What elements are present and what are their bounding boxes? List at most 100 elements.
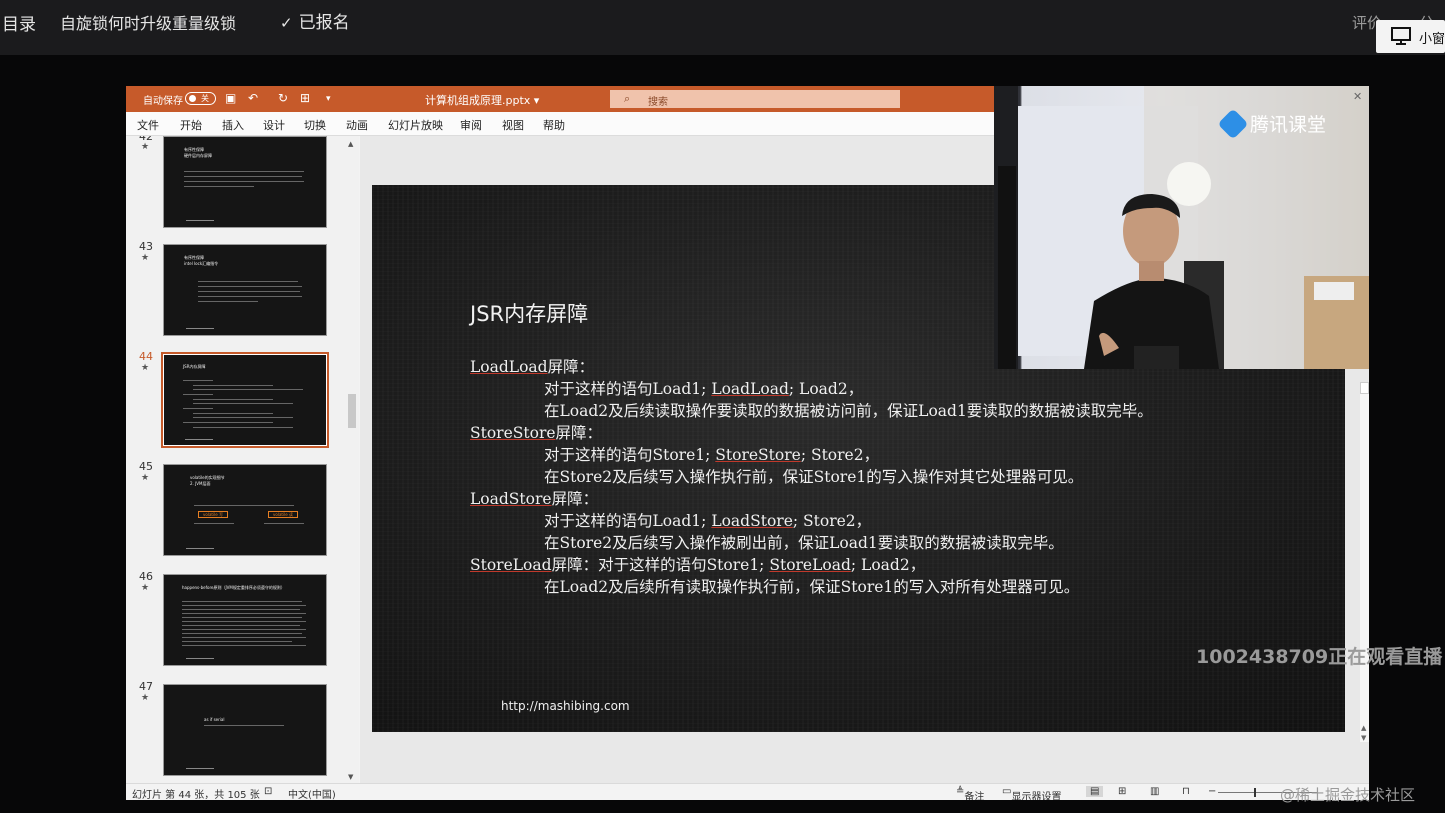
slide-line: 对于这样的语句Store1; StoreStore; Store2，: [544, 443, 879, 465]
star-icon: ★: [141, 363, 150, 373]
slide-text: 对于这样的语句Store1;: [544, 446, 716, 464]
enrolled-label: 已报名: [298, 13, 350, 33]
slide-text: 屏障：: [555, 424, 603, 442]
scroll-up-icon[interactable]: ▲: [1361, 724, 1366, 732]
tab-slideshow[interactable]: 幻灯片放映: [388, 117, 443, 133]
tab-file[interactable]: 文件: [137, 117, 159, 133]
course-title: 自旋锁何时升级重量级锁: [60, 14, 237, 33]
underlined-term: LoadLoad: [470, 358, 548, 376]
slide-line: 在Store2及后续写入操作执行前，保证Store1的写入操作对其它处理器可见。: [544, 465, 1083, 487]
scroll-up-icon[interactable]: ▲: [348, 140, 353, 148]
reading-view-icon[interactable]: ▥: [1150, 786, 1159, 797]
star-icon: ★: [141, 583, 150, 593]
thumbnail-label: volatile 读: [268, 511, 298, 518]
notes-label: 备注: [964, 792, 985, 800]
zoom-slider-knob[interactable]: [1254, 788, 1256, 797]
slide-line: 在Load2及后续所有读取操作执行前，保证Store1的写入对所有处理器可见。: [544, 575, 1079, 597]
slide-scrollbar[interactable]: ▲ ▼: [1360, 382, 1369, 742]
underlined-term: StoreStore: [470, 424, 556, 442]
normal-view-icon[interactable]: ▤: [1086, 786, 1104, 797]
monitor-icon: [1391, 27, 1411, 45]
slide-thumbnail[interactable]: volatile的实现细节 2. JVM层面 volatile 写 volati…: [163, 464, 327, 556]
slide-text: 在Load2及后续读取操作要读取的数据被访问前，保证Load1要读取的数据被读取…: [544, 402, 1153, 420]
check-icon: ✓: [280, 14, 293, 32]
slide-text: 在Load2及后续所有读取操作执行前，保证Store1的写入对所有处理器可见。: [544, 578, 1080, 596]
scroll-down-icon[interactable]: ▼: [348, 773, 353, 781]
slide-title: JSR内存屏障: [470, 302, 589, 326]
tab-insert[interactable]: 插入: [222, 117, 244, 133]
scrollbar-thumb[interactable]: [348, 394, 356, 428]
slide-line: StoreLoad屏障：对于这样的语句Store1; StoreLoad; Lo…: [470, 553, 925, 575]
customize-icon[interactable]: ▾: [326, 94, 331, 104]
slide-text: 对于这样的语句Load1;: [544, 512, 712, 530]
thumbnail-label: volatile 写: [198, 511, 228, 518]
slide-text: 在Store2及后续写入操作执行前，保证Store1的写入操作对其它处理器可见。: [544, 468, 1084, 486]
slideshow-icon[interactable]: ⊓: [1182, 786, 1190, 797]
tab-review[interactable]: 审阅: [460, 117, 482, 133]
display-settings-button[interactable]: ▭ 显示器设置: [1002, 786, 1061, 800]
tab-design[interactable]: 设计: [263, 117, 285, 133]
mini-window-button[interactable]: 小窗: [1376, 20, 1445, 53]
star-icon: ★: [141, 142, 150, 152]
zoom-out-icon[interactable]: −: [1208, 786, 1216, 797]
slide-number: 45: [139, 460, 153, 473]
slide-number: 43: [139, 240, 153, 253]
slide-count: 幻灯片 第 44 张，共 105 张: [132, 790, 260, 800]
display-settings-label: 显示器设置: [1011, 792, 1062, 800]
save-icon[interactable]: ▣: [225, 91, 236, 105]
tab-animations[interactable]: 动画: [346, 117, 368, 133]
tencent-classroom-logo: 腾讯课堂: [1217, 108, 1327, 140]
thumbnail-scrollbar[interactable]: ▲ ▼: [344, 136, 359, 783]
brand-label: 腾讯课堂: [1250, 114, 1327, 136]
status-bar: 幻灯片 第 44 张，共 105 张 ⊡ 中文(中国) ≜ 备注 ▭ 显示器设置 ▤…: [126, 783, 1369, 800]
star-icon: ★: [141, 253, 150, 263]
slide-footer-url: http://mashibing.com: [501, 699, 630, 713]
thumbnail-title: volatile的实现细节 2. JVM层面: [190, 475, 225, 486]
catalog-button[interactable]: 目录: [2, 10, 36, 35]
slide-line: 对于这样的语句Load1; LoadLoad; Load2，: [544, 377, 863, 399]
slide-number: 47: [139, 680, 153, 693]
slide-text: 屏障：对于这样的语句Store1;: [551, 556, 770, 574]
scrollbar-thumb[interactable]: [1360, 382, 1369, 394]
underlined-term: LoadStore: [470, 490, 552, 508]
present-icon[interactable]: ⊞: [300, 91, 310, 105]
slide-line: 对于这样的语句Load1; LoadStore; Store2，: [544, 509, 871, 531]
slide-line: LoadStore屏障：: [470, 487, 598, 509]
autosave-state: 关: [201, 94, 209, 103]
slide-number: 44: [139, 350, 153, 363]
accessibility-icon[interactable]: ⊡: [264, 786, 272, 797]
tab-view[interactable]: 视图: [502, 117, 524, 133]
slide-text: ; Load2，: [788, 380, 864, 398]
file-name[interactable]: 计算机组成原理.pptx ▾: [425, 92, 539, 108]
notes-button[interactable]: ≜ 备注: [956, 786, 984, 800]
slide-thumbnail[interactable]: 有序性保障 intel lock汇编指令: [163, 244, 327, 336]
course-topbar: 目录 自旋锁何时升级重量级锁 ✓已报名 评价 分享 小窗: [0, 0, 1445, 55]
slide-thumbnail[interactable]: as if serial: [163, 684, 327, 776]
search-input[interactable]: ⌕ 搜索: [610, 90, 900, 108]
underlined-term: StoreLoad: [470, 556, 552, 574]
slide-text: ; Store2，: [800, 446, 880, 464]
slide-thumbnail[interactable]: happens-before原则（JVM规定重排序必须遵守的规则）: [163, 574, 327, 666]
slide-sorter-icon[interactable]: ⊞: [1118, 786, 1126, 797]
slide-line: StoreStore屏障：: [470, 421, 602, 443]
autosave-toggle[interactable]: 关: [185, 92, 216, 105]
undo-icon[interactable]: ↶: [248, 91, 258, 105]
slide-line: 在Store2及后续写入操作被刷出前，保证Load1要读取的数据被读取完毕。: [544, 531, 1064, 553]
slide-thumbnail[interactable]: 有序性保障 硬件层内存屏障: [163, 136, 327, 228]
language-status[interactable]: 中文(中国): [288, 786, 336, 800]
underlined-term: LoadStore: [711, 512, 793, 530]
tencent-logo-icon: [1217, 108, 1249, 140]
redo-icon[interactable]: ↻: [278, 91, 288, 105]
search-placeholder: 搜索: [648, 97, 668, 108]
scroll-down-icon[interactable]: ▼: [1361, 734, 1366, 742]
thumbnail-title: 有序性保障 硬件层内存屏障: [184, 147, 212, 158]
slide-thumbnail-active[interactable]: JSR内存屏障: [161, 352, 329, 448]
tab-home[interactable]: 开始: [180, 117, 202, 133]
slide-line: 在Load2及后续读取操作要读取的数据被访问前，保证Load1要读取的数据被读取…: [544, 399, 1153, 421]
tab-transitions[interactable]: 切换: [304, 117, 326, 133]
thumbnail-title: JSR内存屏障: [183, 364, 206, 369]
slide-text: ; Load2，: [850, 556, 926, 574]
tab-help[interactable]: 帮助: [543, 117, 565, 133]
slide-text: ; Store2，: [792, 512, 872, 530]
close-icon[interactable]: ✕: [1353, 90, 1362, 103]
